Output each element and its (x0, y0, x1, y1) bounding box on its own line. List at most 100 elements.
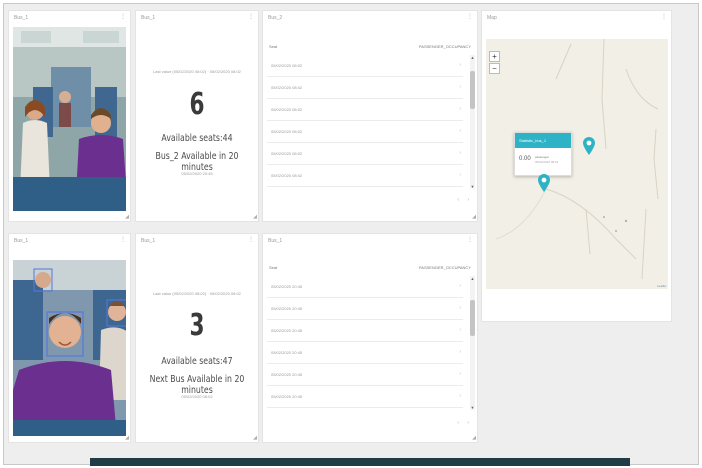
chevron-right-icon: › (459, 327, 461, 333)
stats-panel-2: Bus_1 ⋮ Last value (05/02/2020 08:02) · … (135, 233, 259, 443)
scrollbar[interactable]: ▲ ▼ (470, 55, 475, 189)
table-row[interactable]: 05/02/2020 08:02 › (267, 121, 463, 143)
map-pin-icon[interactable] (583, 137, 595, 155)
table-row[interactable]: 05/02/2020 08:02 › (267, 165, 463, 187)
table-row[interactable]: 05/02/2020 08:02 › (267, 55, 463, 77)
available-seats: Available seats:44 (161, 133, 233, 144)
passenger-count: 3 (189, 308, 205, 343)
resize-corner-icon[interactable]: ◢ (125, 435, 129, 441)
popup-header: Statistic_bus_1 (515, 133, 571, 148)
resize-corner-icon[interactable]: ◢ (253, 214, 257, 220)
chevron-right-icon: › (459, 128, 461, 134)
more-vertical-icon[interactable]: ⋮ (248, 14, 254, 20)
dashboard: Bus_1 ⋮ ◢ Bus_1 ⋮ Last value (05/02/2020… (3, 3, 699, 465)
more-vertical-icon[interactable]: ⋮ (120, 14, 126, 20)
popup-value: 0.00 (519, 156, 531, 162)
table-row[interactable]: 05/02/2020 20:45 › (267, 320, 463, 342)
row-timestamp: 05/02/2020 08:02 (271, 107, 303, 112)
row-timestamp: 05/02/2020 08:02 (271, 63, 303, 68)
chevron-right-icon: › (459, 106, 461, 112)
panel-title: Bus_1 (14, 238, 29, 244)
table-row[interactable]: 05/02/2020 08:02 › (267, 99, 463, 121)
row-timestamp: 05/02/2020 08:02 (271, 85, 303, 90)
last-value-label: Last value (05/02/2020 08:02) · 05/02/20… (153, 291, 241, 296)
resize-corner-icon[interactable]: ◢ (253, 435, 257, 441)
camera-panel-2: Bus_1 ⋮ ◢ (8, 233, 131, 443)
more-vertical-icon[interactable]: ⋮ (467, 14, 473, 20)
stats-panel-1: Bus_1 ⋮ Last value (05/02/2020 08:02) · … (135, 10, 259, 222)
scroll-down-icon[interactable]: ▼ (470, 184, 475, 189)
history-table-panel-1: Bus_2 ⋮ Seat PASSENGER_OCCUPANCY 05/02/2… (262, 10, 478, 222)
camera-panel-1: Bus_1 ⋮ ◢ (8, 10, 131, 222)
more-vertical-icon[interactable]: ⋮ (248, 237, 254, 243)
chevron-right-icon: › (459, 62, 461, 68)
more-vertical-icon[interactable]: ⋮ (120, 237, 126, 243)
map-pin-icon[interactable] (538, 174, 550, 192)
passenger-count: 6 (189, 87, 205, 122)
next-bus-info: Next Bus Available in 20 minutes (149, 374, 245, 396)
pager-prev-icon[interactable]: ‹ (457, 420, 459, 426)
chevron-right-icon: › (459, 150, 461, 156)
history-table-panel-2: Bus_1 ⋮ Seat PASSENGER_OCCUPANCY 05/02/2… (262, 233, 478, 443)
next-bus-info: Bus_2 Available in 20 minutes (155, 151, 239, 173)
table-row[interactable]: 05/02/2020 20:45 › (267, 298, 463, 320)
table-header: Seat PASSENGER_OCCUPANCY (269, 265, 471, 270)
popup-unit: passenger (535, 155, 550, 159)
table-row[interactable]: 05/02/2020 08:02 › (267, 143, 463, 165)
chevron-right-icon: › (459, 172, 461, 178)
column-header-occupancy[interactable]: PASSENGER_OCCUPANCY (419, 265, 471, 270)
scroll-up-icon[interactable]: ▲ (470, 55, 475, 60)
column-header-seat[interactable]: Seat (269, 44, 277, 49)
panel-title: Bus_1 (14, 15, 29, 21)
panel-title: Bus_2 (268, 15, 283, 21)
bus-camera-image-1 (13, 27, 126, 211)
stats-timestamp: 05/02/2020 20:45 (181, 171, 213, 176)
scroll-down-icon[interactable]: ▼ (470, 405, 475, 410)
resize-corner-icon[interactable]: ◢ (125, 214, 129, 220)
resize-corner-icon[interactable]: ◢ (472, 214, 476, 220)
scrollbar-thumb[interactable] (470, 71, 475, 109)
bus-camera-image-2 (13, 260, 126, 436)
panel-title: Bus_1 (141, 238, 156, 244)
zoom-out-button[interactable]: − (489, 63, 500, 74)
available-seats: Available seats:47 (161, 356, 233, 367)
row-timestamp: 05/02/2020 20:45 (271, 350, 303, 355)
pager-next-icon[interactable]: › (467, 197, 469, 203)
pager-next-icon[interactable]: › (467, 420, 469, 426)
table-row[interactable]: 05/02/2020 20:45 › (267, 364, 463, 386)
table-row[interactable]: 05/02/2020 08:02 › (267, 77, 463, 99)
row-timestamp: 05/02/2020 20:45 (271, 284, 303, 289)
row-timestamp: 05/02/2020 08:02 (271, 129, 303, 134)
chevron-right-icon: › (459, 371, 461, 377)
map-popup: Statistic_bus_1 0.00 passenger 05/02/202… (514, 132, 572, 176)
resize-corner-icon[interactable]: ◢ (472, 435, 476, 441)
table-row[interactable]: 05/02/2020 20:45 › (267, 386, 463, 408)
panel-title: Map (487, 15, 497, 21)
row-timestamp: 05/02/2020 08:02 (271, 151, 303, 156)
row-timestamp: 05/02/2020 08:02 (271, 173, 303, 178)
row-timestamp: 05/02/2020 20:45 (271, 328, 303, 333)
column-header-occupancy[interactable]: PASSENGER_OCCUPANCY (419, 44, 471, 49)
chevron-right-icon: › (459, 393, 461, 399)
column-header-seat[interactable]: Seat (269, 265, 277, 270)
last-value-label: Last value (05/02/2020 08:02) · 05/02/20… (153, 69, 241, 74)
more-vertical-icon[interactable]: ⋮ (467, 237, 473, 243)
scroll-up-icon[interactable]: ▲ (470, 276, 475, 281)
scrollbar[interactable]: ▲ ▼ (470, 276, 475, 410)
scrollbar-thumb[interactable] (470, 300, 475, 336)
more-vertical-icon[interactable]: ⋮ (661, 14, 667, 20)
popup-time: 05/02/2020 08:02 (535, 160, 559, 164)
panel-title: Bus_1 (141, 15, 156, 21)
map-attribution[interactable]: Leaflet (657, 284, 666, 288)
row-timestamp: 05/02/2020 20:45 (271, 372, 303, 377)
map-canvas[interactable]: + − Statistic_bus_1 0.00 passenger 05/02… (486, 39, 668, 289)
zoom-in-button[interactable]: + (489, 51, 500, 62)
table-header: Seat PASSENGER_OCCUPANCY (269, 44, 471, 49)
table-row[interactable]: 05/02/2020 20:45 › (267, 342, 463, 364)
chevron-right-icon: › (459, 283, 461, 289)
row-timestamp: 05/02/2020 20:45 (271, 306, 303, 311)
table-row[interactable]: 05/02/2020 20:45 › (267, 276, 463, 298)
pager-prev-icon[interactable]: ‹ (457, 197, 459, 203)
table-body: 05/02/2020 20:45 › 05/02/2020 20:45 › 05/0… (267, 276, 463, 408)
bottom-bar (90, 458, 630, 466)
